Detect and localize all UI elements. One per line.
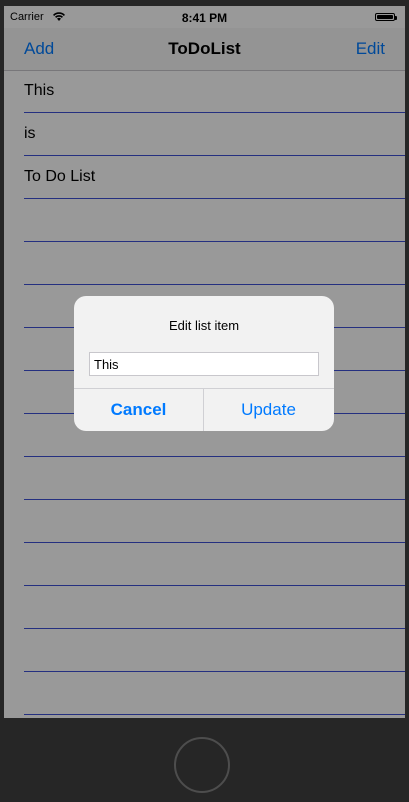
screen: Carrier 8:41 PM Add ToDoList Edit This is… bbox=[4, 6, 405, 718]
update-button[interactable]: Update bbox=[204, 389, 333, 431]
edit-item-input[interactable] bbox=[89, 352, 319, 376]
edit-item-alert: Edit list item Cancel Update bbox=[74, 296, 334, 431]
device-frame: Carrier 8:41 PM Add ToDoList Edit This is… bbox=[0, 0, 409, 802]
alert-title: Edit list item bbox=[168, 318, 240, 333]
home-button[interactable] bbox=[174, 737, 230, 793]
cancel-button[interactable]: Cancel bbox=[74, 389, 203, 431]
